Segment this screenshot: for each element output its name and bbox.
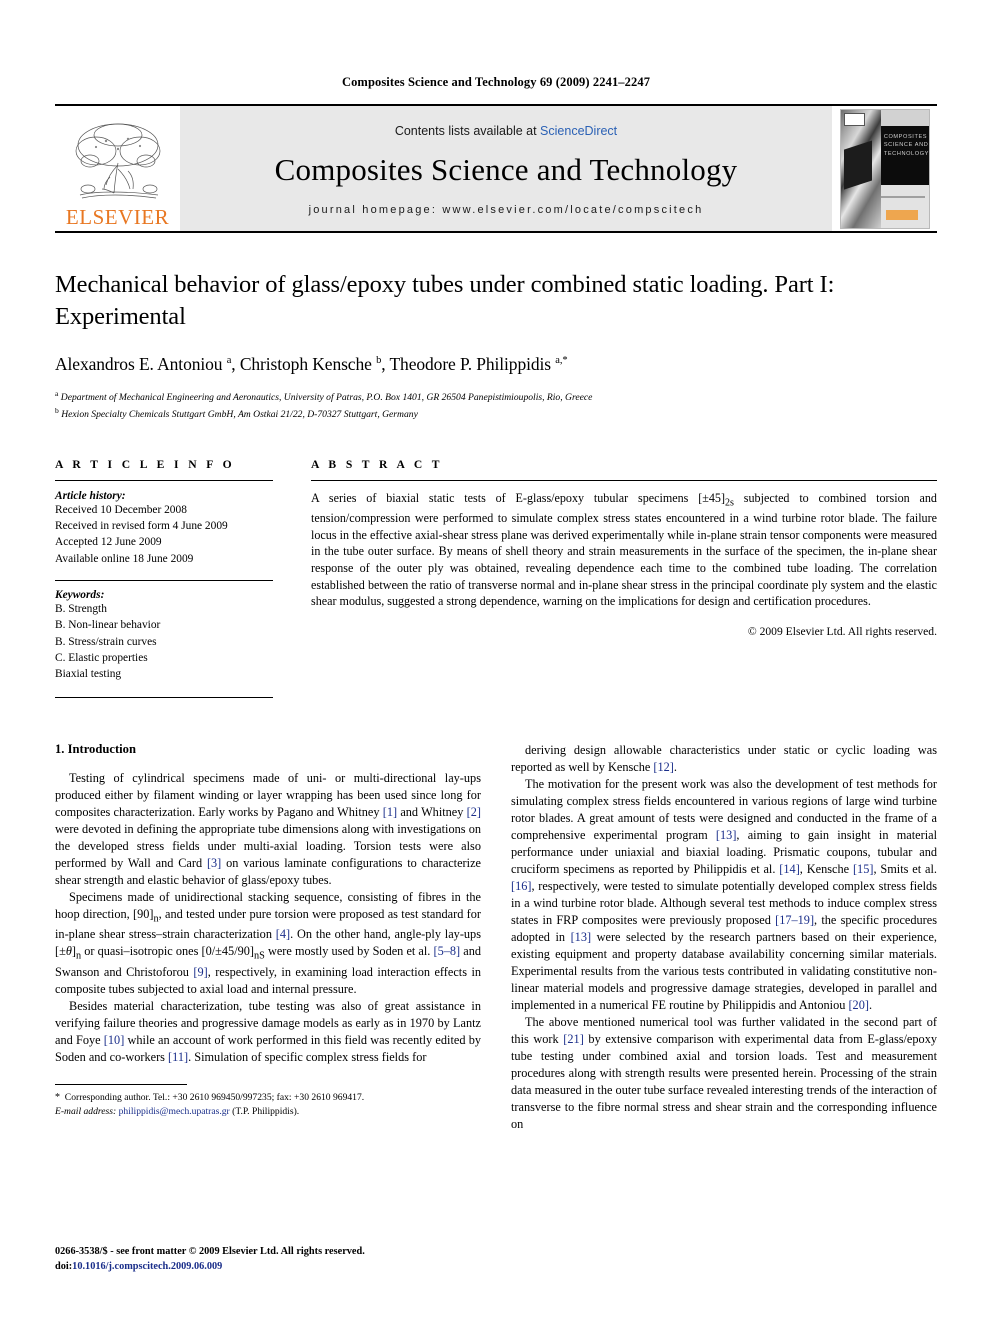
cover-bottom-band — [880, 185, 929, 228]
footnote-email-line: E-mail address: philippidis@mech.upatras… — [55, 1105, 470, 1119]
body-paragraph: The above mentioned numerical tool was f… — [511, 1014, 937, 1131]
cover-elsevier-mark — [886, 209, 918, 221]
journal-homepage-link[interactable]: journal homepage: www.elsevier.com/locat… — [309, 204, 704, 216]
abstract-column: A B S T R A C T A series of biaxial stat… — [303, 458, 937, 698]
footnote-corresponding: * Corresponding author. Tel.: +30 2610 9… — [55, 1092, 365, 1104]
list-item: Biaxial testing — [55, 668, 122, 681]
sciencedirect-link[interactable]: ScienceDirect — [540, 124, 617, 138]
email-suffix: (T.P. Philippidis). — [232, 1106, 300, 1118]
doi-line: doi:10.1016/j.compscitech.2009.06.009 — [55, 1260, 365, 1275]
list-item: Received in revised form 4 June 2009 — [55, 520, 228, 533]
body-column-right: deriving design allowable characteristic… — [511, 742, 937, 1133]
doi-prefix: doi: — [55, 1261, 73, 1273]
cover-publisher-mark — [844, 113, 866, 126]
list-item: B. Stress/strain curves — [55, 635, 157, 648]
right-column-paragraphs: deriving design allowable characteristic… — [511, 742, 937, 1133]
cover-image: COMPOSITES SCIENCE AND TECHNOLOGY — [839, 108, 930, 229]
issn-line: 0266-3538/$ - see front matter © 2009 El… — [55, 1246, 365, 1258]
email-link[interactable]: philippidis@mech.upatras.gr — [119, 1106, 230, 1117]
email-label: E-mail address: — [55, 1106, 117, 1118]
cover-dark-panel: COMPOSITES SCIENCE AND TECHNOLOGY — [880, 126, 929, 186]
list-item: Accepted 12 June 2009 — [55, 536, 162, 549]
article-history-list: Received 10 December 2008 Received in rev… — [55, 502, 273, 567]
journal-masthead: ELSEVIER Contents lists available at Sci… — [55, 104, 937, 233]
abstract-rule — [311, 479, 937, 481]
affiliation-b: b Hexion Specialty Chemicals Stuttgart G… — [55, 405, 418, 420]
list-item: B. Non-linear behavior — [55, 619, 161, 632]
article-info-column: A R T I C L E I N F O Article history: R… — [55, 458, 303, 698]
keywords-label: Keywords: — [55, 589, 105, 602]
footnote-rule — [55, 1084, 187, 1086]
abstract-copyright: © 2009 Elsevier Ltd. All rights reserved… — [747, 624, 937, 638]
elsevier-wordmark: ELSEVIER — [65, 205, 170, 229]
page-title: Mechanical behavior of glass/epoxy tubes… — [55, 271, 835, 330]
author-list: Alexandros E. Antoniou a, Christoph Kens… — [55, 353, 568, 374]
contents-available-line: Contents lists available at ScienceDirec… — [395, 124, 617, 138]
list-item: B. Strength — [55, 603, 107, 616]
body-paragraph: Testing of cylindrical specimens made of… — [55, 770, 481, 887]
left-column-paragraphs: Testing of cylindrical specimens made of… — [55, 770, 481, 1067]
journal-band: Contents lists available at ScienceDirec… — [180, 106, 832, 231]
corresponding-author-footnote: * Corresponding author. Tel.: +30 2610 9… — [55, 1084, 470, 1120]
body-paragraph: deriving design allowable characteristic… — [511, 742, 937, 774]
cover-subtitle-rule — [880, 196, 925, 198]
keywords-list: B. Strength B. Non-linear behavior B. Stre… — [55, 601, 273, 682]
cover-top-band — [880, 109, 929, 127]
page-footer: 0266-3538/$ - see front matter © 2009 El… — [55, 1245, 365, 1275]
body-paragraph: Specimens made of unidirectional stackin… — [55, 889, 482, 996]
abstract-text: A series of biaxial static tests of E-gl… — [311, 490, 937, 609]
body-paragraph: Besides material characterization, tube … — [55, 999, 481, 1065]
body-paragraph: The motivation for the present work was … — [511, 776, 938, 1012]
section-heading-introduction: 1. Introduction — [55, 741, 136, 756]
article-history-label: Article history: — [55, 489, 126, 502]
affiliation-a: a Department of Mechanical Engineering a… — [55, 388, 593, 403]
info-abstract-block: A R T I C L E I N F O Article history: R… — [55, 458, 937, 698]
running-head: Composites Science and Technology 69 (20… — [341, 75, 651, 89]
cover-title-text: COMPOSITES SCIENCE AND TECHNOLOGY — [883, 134, 929, 157]
affiliations: a Department of Mechanical Engineering a… — [55, 388, 937, 422]
list-item: Received 10 December 2008 — [55, 503, 187, 516]
article-info-rule — [55, 479, 273, 481]
body-columns: 1. Introduction Testing of cylindrical s… — [55, 742, 937, 1133]
article-info-heading: A R T I C L E I N F O — [55, 457, 236, 471]
abstract-heading: A B S T R A C T — [311, 457, 443, 471]
cover-photo — [840, 109, 881, 228]
list-item: C. Elastic properties — [55, 651, 148, 664]
body-column-left: 1. Introduction Testing of cylindrical s… — [55, 742, 481, 1133]
contents-prefix: Contents lists available at — [394, 123, 541, 138]
list-item: Available online 18 June 2009 — [55, 552, 194, 565]
elsevier-logo: ELSEVIER — [55, 106, 180, 231]
keywords-rule — [55, 580, 273, 582]
doi-link[interactable]: 10.1016/j.compscitech.2009.06.009 — [72, 1261, 222, 1272]
journal-cover-thumbnail: COMPOSITES SCIENCE AND TECHNOLOGY — [832, 106, 937, 231]
journal-title: Composites Science and Technology — [274, 151, 738, 187]
article-info-end-rule — [55, 696, 273, 698]
elsevier-tree-icon — [75, 123, 160, 199]
article-first-page: Composites Science and Technology 69 (20… — [0, 0, 992, 1323]
